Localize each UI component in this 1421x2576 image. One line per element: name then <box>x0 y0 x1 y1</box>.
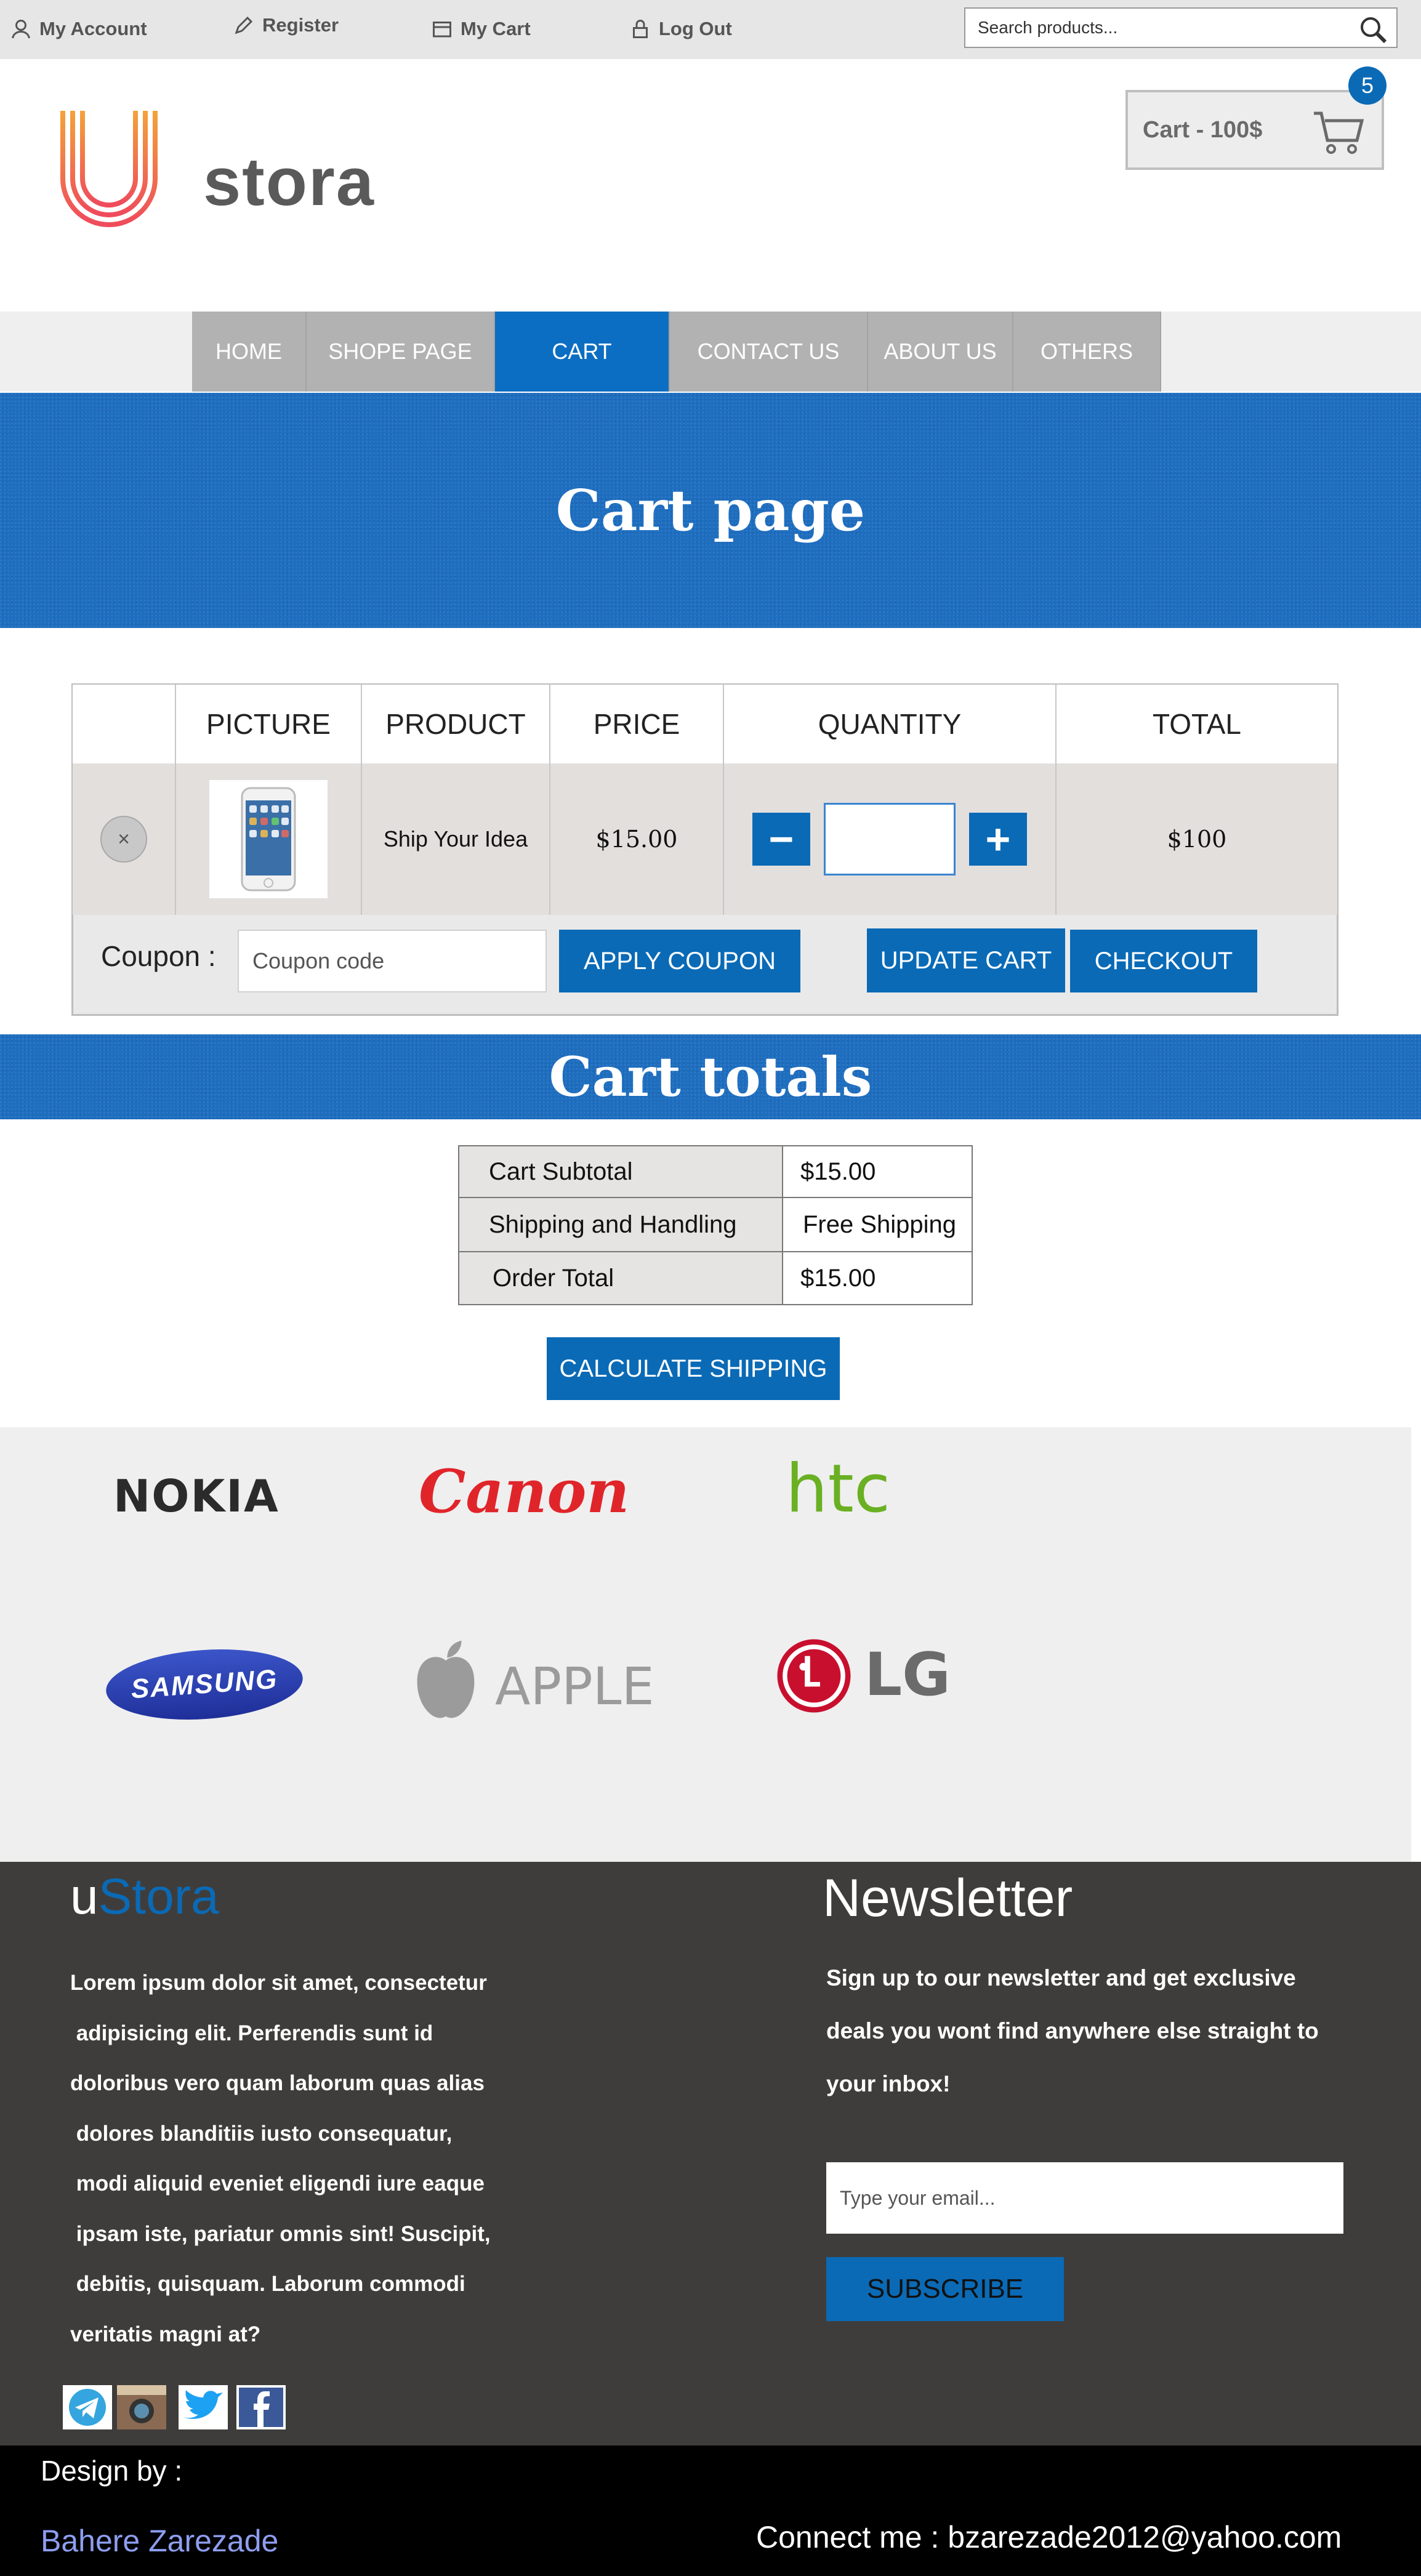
subtotal-label: Cart Subtotal <box>458 1145 783 1198</box>
product-image[interactable] <box>209 780 328 898</box>
quantity-decrement-button[interactable]: − <box>752 813 810 866</box>
order-total-label: Order Total <box>458 1251 783 1305</box>
register-label: Register <box>262 14 339 36</box>
quantity-cell: − + <box>724 763 1057 915</box>
apple-logo-icon <box>417 1640 475 1718</box>
about-line: veritatis magni at? <box>70 2322 261 2346</box>
about-line: adipisicing elit. Perferendis sunt id <box>70 2021 433 2045</box>
about-line: doloribus vero quam laborum quas alias <box>70 2071 485 2095</box>
cart-icon <box>1314 111 1364 154</box>
phone-icon <box>241 787 296 892</box>
footer-brand: uStora <box>70 1869 219 1925</box>
page: My Account Register My Cart Log Out stor… <box>0 0 1421 2576</box>
lock-icon <box>633 20 648 38</box>
header-picture: PICTURE <box>176 685 362 763</box>
quantity-input[interactable] <box>824 803 956 875</box>
instagram-icon[interactable] <box>117 2385 166 2429</box>
header-product: PRODUCT <box>362 685 550 763</box>
header-cart-button[interactable]: Cart - 100$ <box>1125 90 1384 170</box>
subtotal-value: $15.00 <box>782 1145 973 1198</box>
total-cell: $100 <box>1057 763 1337 915</box>
nav-contact-us[interactable]: CONTACT US <box>670 312 868 392</box>
coupon-input[interactable] <box>238 930 547 992</box>
newsletter-email-input[interactable] <box>826 2162 1343 2234</box>
about-line: ipsam iste, pariatur omnis sint! Suscipi… <box>70 2221 491 2246</box>
logout-link[interactable]: Log Out <box>629 14 732 44</box>
order-total-value: $15.00 <box>782 1251 973 1305</box>
nav-shop-page[interactable]: SHOPE PAGE <box>307 312 495 392</box>
cart-small-icon <box>433 22 451 38</box>
brand-canon[interactable]: Canon <box>419 1457 629 1526</box>
facebook-icon[interactable] <box>236 2385 286 2429</box>
subscribe-button[interactable]: SUBSCRIBE <box>826 2257 1064 2321</box>
page-title: Cart page <box>0 393 1421 628</box>
calculate-shipping-button[interactable]: CALCULATE SHIPPING <box>547 1337 840 1400</box>
nav-home[interactable]: HOME <box>192 312 307 392</box>
brand-nokia[interactable]: NOKIA <box>113 1470 280 1522</box>
picture-cell <box>176 763 362 915</box>
shipping-value: Free Shipping <box>782 1197 973 1252</box>
update-cart-button[interactable]: UPDATE CART <box>867 928 1065 992</box>
brand-htc[interactable]: htc <box>786 1451 890 1527</box>
newsletter-line: Sign up to our newsletter and get exclus… <box>826 1965 1296 1990</box>
footer-about-text: Lorem ipsum dolor sit amet, consectetur … <box>70 1958 491 2359</box>
logo-text: stora <box>203 144 375 220</box>
newsletter-line: deals you wont find anywhere else straig… <box>826 2018 1319 2043</box>
brand-lg[interactable]: LG <box>864 1640 951 1709</box>
brand-apple[interactable]: APPLE <box>495 1656 654 1717</box>
designer-name[interactable]: Bahere Zarezade <box>41 2523 278 2559</box>
telegram-icon[interactable] <box>63 2385 112 2429</box>
lg-logo-icon <box>777 1639 851 1713</box>
apply-coupon-button[interactable]: APPLY COUPON <box>559 930 800 992</box>
twitter-icon[interactable] <box>179 2385 228 2429</box>
my-cart-link[interactable]: My Cart <box>431 14 531 44</box>
header-cart-label: Cart - 100$ <box>1143 116 1263 143</box>
about-line: debitis, quisquam. Laborum commodi <box>70 2272 465 2296</box>
newsletter-text: Sign up to our newsletter and get exclus… <box>826 1952 1319 2111</box>
register-link[interactable]: Register <box>233 10 339 41</box>
newsletter-line: your inbox! <box>826 2071 951 2096</box>
cart-count-badge: 5 <box>1348 66 1387 105</box>
search-input[interactable] <box>978 18 1335 38</box>
search-icon[interactable] <box>1358 15 1388 44</box>
search-box <box>964 7 1398 48</box>
about-line: Lorem ipsum dolor sit amet, consectetur <box>70 1971 487 1995</box>
product-cell: Ship Your Idea <box>362 763 550 915</box>
header-price: PRICE <box>550 685 724 763</box>
nav-others[interactable]: OTHERS <box>1013 312 1161 392</box>
my-account-label: My Account <box>39 18 147 39</box>
about-line: dolores blanditiis iusto consequatur, <box>70 2121 453 2146</box>
nav-about-us[interactable]: ABOUT US <box>868 312 1013 392</box>
product-name[interactable]: Ship Your Idea <box>384 826 528 852</box>
header-quantity: QUANTITY <box>724 685 1057 763</box>
header-total: TOTAL <box>1057 685 1337 763</box>
remove-item-button[interactable]: × <box>100 816 147 863</box>
contact-email[interactable]: Connect me : bzarezade2012@yahoo.com <box>756 2519 1342 2555</box>
footer-brand-stora: Stora <box>98 1869 219 1925</box>
my-account-link[interactable]: My Account <box>10 14 147 44</box>
footer-brand-u: u <box>70 1869 99 1925</box>
quantity-increment-button[interactable]: + <box>969 813 1027 866</box>
design-by-label: Design by : <box>41 2455 183 2487</box>
cart-totals-title: Cart totals <box>0 1034 1421 1119</box>
my-cart-label: My Cart <box>461 18 531 39</box>
nav-cart[interactable]: CART <box>495 312 670 392</box>
checkout-button[interactable]: CHECKOUT <box>1070 930 1257 992</box>
newsletter-title: Newsletter <box>823 1869 1073 1928</box>
logout-label: Log Out <box>659 18 732 39</box>
logo-icon <box>60 111 158 227</box>
about-line: modi aliquid eveniet eligendi iure eaque <box>70 2171 485 2196</box>
shipping-label: Shipping and Handling <box>458 1197 783 1252</box>
header-cell-remove <box>73 685 176 763</box>
user-icon <box>12 20 30 39</box>
pencil-icon <box>235 16 253 34</box>
coupon-label: Coupon : <box>101 940 216 972</box>
price-cell: $15.00 <box>550 763 724 915</box>
remove-cell: × <box>73 763 176 915</box>
